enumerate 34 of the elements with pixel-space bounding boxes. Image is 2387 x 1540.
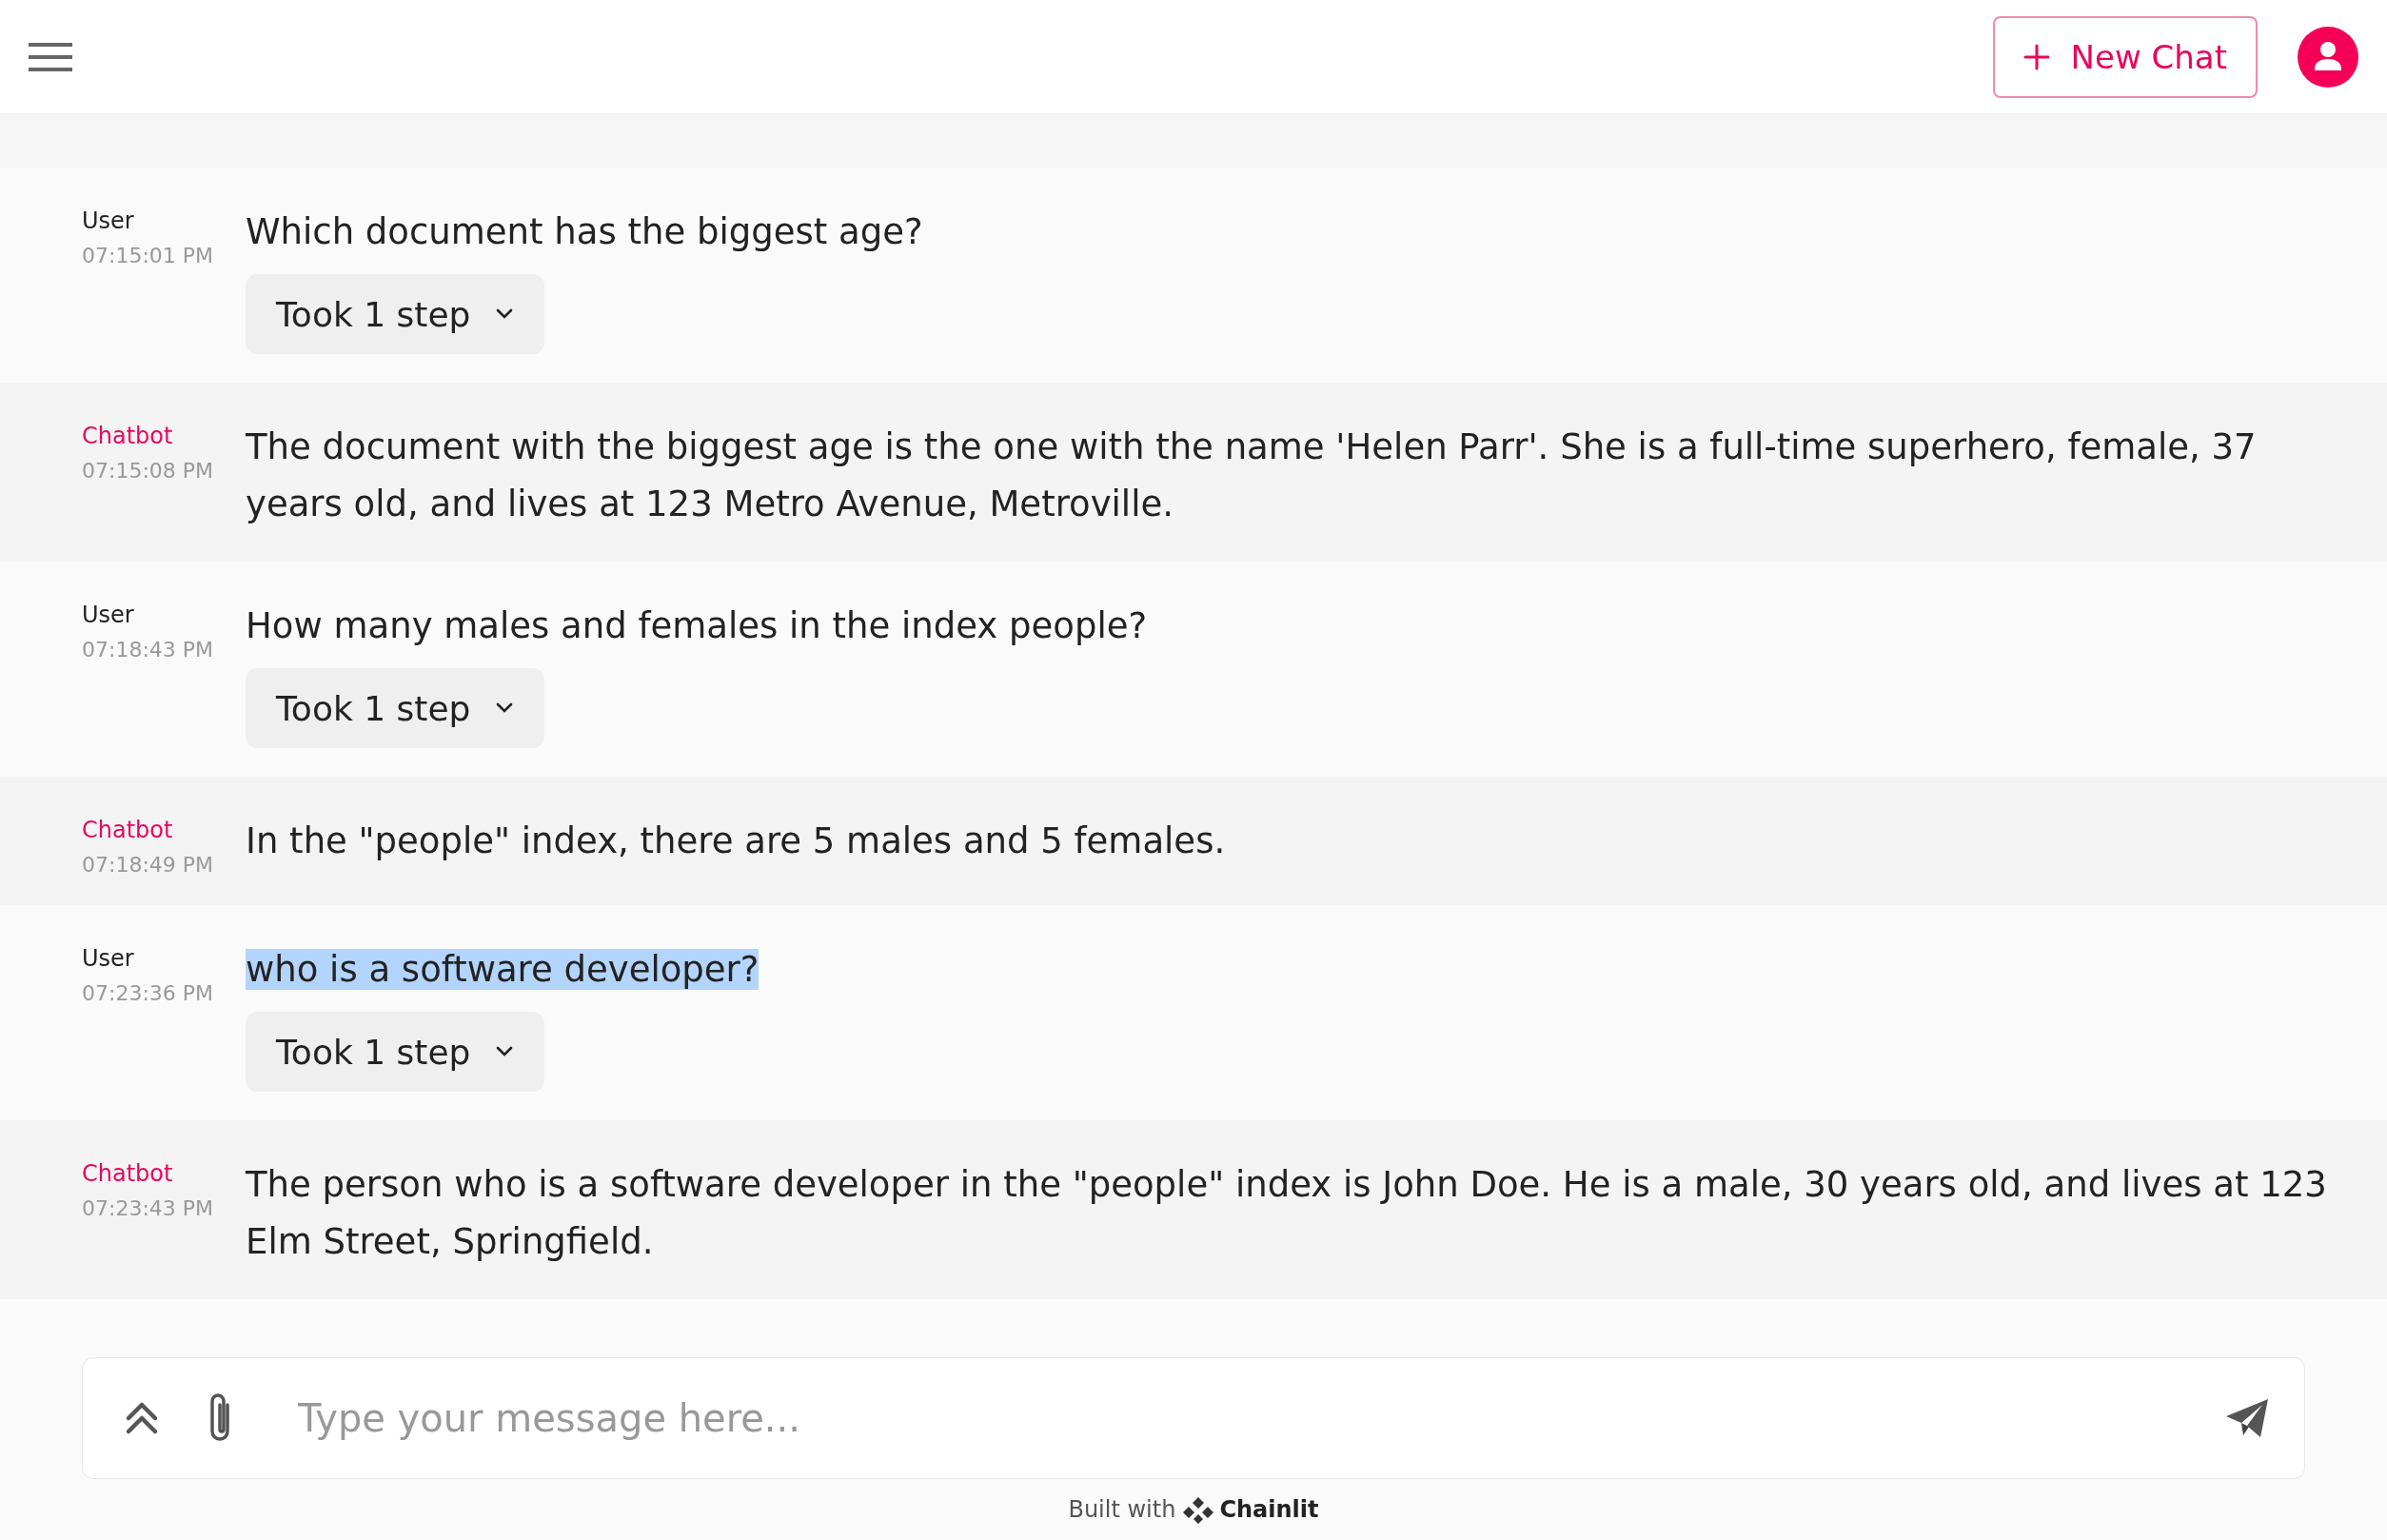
message-input[interactable]: Type your message here... xyxy=(296,1395,2179,1441)
author-name: Chatbot xyxy=(82,1160,173,1187)
chevron-down-icon xyxy=(495,702,515,714)
new-chat-button[interactable]: New Chat xyxy=(1992,15,2258,98)
chainlit-link[interactable]: Chainlit xyxy=(1183,1494,1319,1525)
plus-icon xyxy=(2022,43,2050,70)
chevron-down-icon xyxy=(495,308,515,320)
author-name: Chatbot xyxy=(82,817,173,843)
chevron-down-icon xyxy=(495,1046,515,1057)
built-with-label: Built with xyxy=(1068,1496,1176,1523)
author-name: User xyxy=(82,602,134,628)
message-text: The document with the biggest age is the one with the name 'Helen Parr'. She is a full-time superhero, female, 37 years old, and lives at 123 Metro Avenue, Metroville. xyxy=(246,426,2257,524)
step-toggle-button[interactable]: Took 1 step xyxy=(246,274,545,354)
message-text: In the "people" index, there are 5 males and 5 females. xyxy=(246,820,1226,861)
message-text: who is a software developer? xyxy=(246,949,760,990)
message-text: The person who is a software developer in the "people" index is John Doe. He is a male, 30 years old, and lives at 123 Elm Street, Springfield. xyxy=(246,1164,2327,1262)
author-name: User xyxy=(82,945,134,972)
message-time: 07:18:43 PM xyxy=(82,638,214,661)
message-time: 07:23:43 PM xyxy=(82,1196,214,1220)
message-text: Which document has the biggest age? xyxy=(246,211,923,252)
author-name: User xyxy=(82,207,134,234)
step-toggle-button[interactable]: Took 1 step xyxy=(246,668,545,748)
send-icon[interactable] xyxy=(2224,1397,2270,1439)
step-toggle-button[interactable]: Took 1 step xyxy=(246,1012,545,1092)
message-composer[interactable]: Type your message here... xyxy=(82,1357,2305,1479)
menu-icon[interactable] xyxy=(29,41,72,72)
message-time: 07:18:49 PM xyxy=(82,853,214,877)
message-time: 07:23:36 PM xyxy=(82,981,214,1005)
message-time: 07:15:08 PM xyxy=(82,459,214,483)
user-avatar-icon[interactable] xyxy=(2298,26,2358,88)
author-name: Chatbot xyxy=(82,423,173,449)
message-time: 07:15:01 PM xyxy=(82,244,214,267)
message-text: How many males and females in the index people? xyxy=(246,605,1148,646)
chainlit-logo-icon xyxy=(1183,1494,1214,1525)
